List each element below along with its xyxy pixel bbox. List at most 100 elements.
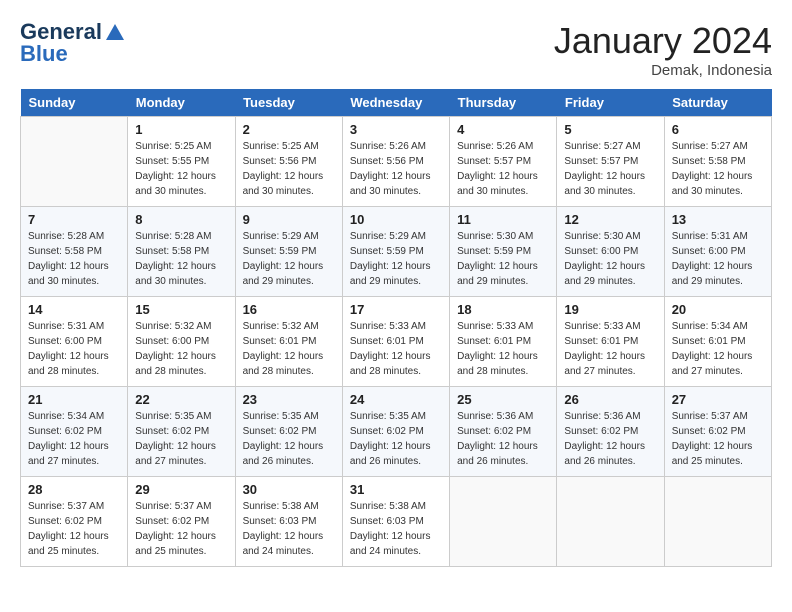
day-number: 17 — [350, 302, 442, 317]
day-info: Sunrise: 5:38 AM Sunset: 6:03 PM Dayligh… — [243, 499, 335, 559]
day-info: Sunrise: 5:35 AM Sunset: 6:02 PM Dayligh… — [350, 409, 442, 469]
day-number: 11 — [457, 212, 549, 227]
day-info: Sunrise: 5:30 AM Sunset: 6:00 PM Dayligh… — [564, 229, 656, 289]
col-header-saturday: Saturday — [664, 89, 771, 117]
col-header-monday: Monday — [128, 89, 235, 117]
day-number: 2 — [243, 122, 335, 137]
calendar-cell: 30 Sunrise: 5:38 AM Sunset: 6:03 PM Dayli… — [235, 477, 342, 567]
calendar-cell: 9Sunrise: 5:29 AM Sunset: 5:59 PM Daylig… — [235, 207, 342, 297]
day-number: 22 — [135, 392, 227, 407]
day-info: Sunrise: 5:36 AM Sunset: 6:02 PM Dayligh… — [564, 409, 656, 469]
col-header-wednesday: Wednesday — [342, 89, 449, 117]
day-number: 18 — [457, 302, 549, 317]
col-header-friday: Friday — [557, 89, 664, 117]
day-number: 20 — [672, 302, 764, 317]
day-number: 21 — [28, 392, 120, 407]
day-info: Sunrise: 5:31 AM Sunset: 6:00 PM Dayligh… — [28, 319, 120, 379]
calendar-cell — [450, 477, 557, 567]
calendar-cell: 16Sunrise: 5:32 AM Sunset: 6:01 PM Dayli… — [235, 297, 342, 387]
location: Demak, Indonesia — [554, 62, 772, 79]
logo: General Blue — [20, 20, 126, 66]
week-row-4: 21 Sunrise: 5:34 AM Sunset: 6:02 PM Dayli… — [21, 387, 772, 477]
calendar-cell: 2 Sunrise: 5:25 AM Sunset: 5:56 PM Daylig… — [235, 117, 342, 207]
calendar-cell: 12 Sunrise: 5:30 AM Sunset: 6:00 PM Dayli… — [557, 207, 664, 297]
day-number: 3 — [350, 122, 442, 137]
header-row: SundayMondayTuesdayWednesdayThursdayFrid… — [21, 89, 772, 117]
calendar-cell: 13 Sunrise: 5:31 AM Sunset: 6:00 PM Dayli… — [664, 207, 771, 297]
day-info: Sunrise: 5:33 AM Sunset: 6:01 PM Dayligh… — [350, 319, 442, 379]
day-number: 13 — [672, 212, 764, 227]
day-info: Sunrise: 5:28 AM Sunset: 5:58 PM Dayligh… — [28, 229, 120, 289]
title-block: January 2024 Demak, Indonesia — [554, 20, 772, 79]
day-number: 7 — [28, 212, 120, 227]
day-number: 27 — [672, 392, 764, 407]
calendar-cell: 27 Sunrise: 5:37 AM Sunset: 6:02 PM Dayli… — [664, 387, 771, 477]
day-number: 24 — [350, 392, 442, 407]
calendar-cell — [557, 477, 664, 567]
calendar-cell: 3 Sunrise: 5:26 AM Sunset: 5:56 PM Daylig… — [342, 117, 449, 207]
day-number: 4 — [457, 122, 549, 137]
day-info: Sunrise: 5:25 AM Sunset: 5:56 PM Dayligh… — [243, 139, 335, 199]
day-number: 29 — [135, 482, 227, 497]
day-info: Sunrise: 5:31 AM Sunset: 6:00 PM Dayligh… — [672, 229, 764, 289]
day-info: Sunrise: 5:33 AM Sunset: 6:01 PM Dayligh… — [564, 319, 656, 379]
day-info: Sunrise: 5:32 AM Sunset: 6:00 PM Dayligh… — [135, 319, 227, 379]
calendar-cell: 15 Sunrise: 5:32 AM Sunset: 6:00 PM Dayli… — [128, 297, 235, 387]
logo-icon — [104, 22, 126, 44]
calendar-cell: 31Sunrise: 5:38 AM Sunset: 6:03 PM Dayli… — [342, 477, 449, 567]
day-number: 30 — [243, 482, 335, 497]
page-header: General Blue January 2024 Demak, Indones… — [20, 20, 772, 79]
day-info: Sunrise: 5:37 AM Sunset: 6:02 PM Dayligh… — [28, 499, 120, 559]
day-number: 19 — [564, 302, 656, 317]
day-info: Sunrise: 5:33 AM Sunset: 6:01 PM Dayligh… — [457, 319, 549, 379]
calendar-cell: 23 Sunrise: 5:35 AM Sunset: 6:02 PM Dayli… — [235, 387, 342, 477]
day-info: Sunrise: 5:34 AM Sunset: 6:02 PM Dayligh… — [28, 409, 120, 469]
day-number: 16 — [243, 302, 335, 317]
day-info: Sunrise: 5:26 AM Sunset: 5:56 PM Dayligh… — [350, 139, 442, 199]
day-info: Sunrise: 5:26 AM Sunset: 5:57 PM Dayligh… — [457, 139, 549, 199]
day-info: Sunrise: 5:28 AM Sunset: 5:58 PM Dayligh… — [135, 229, 227, 289]
day-info: Sunrise: 5:29 AM Sunset: 5:59 PM Dayligh… — [243, 229, 335, 289]
calendar-cell: 29 Sunrise: 5:37 AM Sunset: 6:02 PM Dayli… — [128, 477, 235, 567]
day-info: Sunrise: 5:37 AM Sunset: 6:02 PM Dayligh… — [135, 499, 227, 559]
day-info: Sunrise: 5:27 AM Sunset: 5:57 PM Dayligh… — [564, 139, 656, 199]
calendar-cell: 8Sunrise: 5:28 AM Sunset: 5:58 PM Daylig… — [128, 207, 235, 297]
day-number: 10 — [350, 212, 442, 227]
col-header-thursday: Thursday — [450, 89, 557, 117]
day-info: Sunrise: 5:27 AM Sunset: 5:58 PM Dayligh… — [672, 139, 764, 199]
day-info: Sunrise: 5:25 AM Sunset: 5:55 PM Dayligh… — [135, 139, 227, 199]
day-number: 1 — [135, 122, 227, 137]
calendar-cell: 17 Sunrise: 5:33 AM Sunset: 6:01 PM Dayli… — [342, 297, 449, 387]
day-number: 12 — [564, 212, 656, 227]
calendar-cell: 24 Sunrise: 5:35 AM Sunset: 6:02 PM Dayli… — [342, 387, 449, 477]
col-header-tuesday: Tuesday — [235, 89, 342, 117]
day-number: 5 — [564, 122, 656, 137]
calendar-cell: 11 Sunrise: 5:30 AM Sunset: 5:59 PM Dayli… — [450, 207, 557, 297]
calendar-cell: 21 Sunrise: 5:34 AM Sunset: 6:02 PM Dayli… — [21, 387, 128, 477]
calendar-table: SundayMondayTuesdayWednesdayThursdayFrid… — [20, 89, 772, 567]
calendar-cell: 18 Sunrise: 5:33 AM Sunset: 6:01 PM Dayli… — [450, 297, 557, 387]
month-title: January 2024 — [554, 20, 772, 62]
calendar-cell: 26Sunrise: 5:36 AM Sunset: 6:02 PM Dayli… — [557, 387, 664, 477]
calendar-cell: 19 Sunrise: 5:33 AM Sunset: 6:01 PM Dayli… — [557, 297, 664, 387]
col-header-sunday: Sunday — [21, 89, 128, 117]
calendar-cell: 10Sunrise: 5:29 AM Sunset: 5:59 PM Dayli… — [342, 207, 449, 297]
logo-blue: Blue — [20, 42, 126, 66]
day-info: Sunrise: 5:30 AM Sunset: 5:59 PM Dayligh… — [457, 229, 549, 289]
day-number: 31 — [350, 482, 442, 497]
day-number: 15 — [135, 302, 227, 317]
calendar-cell: 4 Sunrise: 5:26 AM Sunset: 5:57 PM Daylig… — [450, 117, 557, 207]
calendar-cell: 6 Sunrise: 5:27 AM Sunset: 5:58 PM Daylig… — [664, 117, 771, 207]
day-number: 28 — [28, 482, 120, 497]
day-info: Sunrise: 5:37 AM Sunset: 6:02 PM Dayligh… — [672, 409, 764, 469]
day-number: 6 — [672, 122, 764, 137]
calendar-cell — [664, 477, 771, 567]
calendar-cell: 20Sunrise: 5:34 AM Sunset: 6:01 PM Dayli… — [664, 297, 771, 387]
calendar-cell: 22Sunrise: 5:35 AM Sunset: 6:02 PM Dayli… — [128, 387, 235, 477]
week-row-2: 7 Sunrise: 5:28 AM Sunset: 5:58 PM Daylig… — [21, 207, 772, 297]
day-number: 23 — [243, 392, 335, 407]
calendar-cell: 7 Sunrise: 5:28 AM Sunset: 5:58 PM Daylig… — [21, 207, 128, 297]
calendar-cell: 14Sunrise: 5:31 AM Sunset: 6:00 PM Dayli… — [21, 297, 128, 387]
calendar-cell — [21, 117, 128, 207]
day-info: Sunrise: 5:35 AM Sunset: 6:02 PM Dayligh… — [243, 409, 335, 469]
